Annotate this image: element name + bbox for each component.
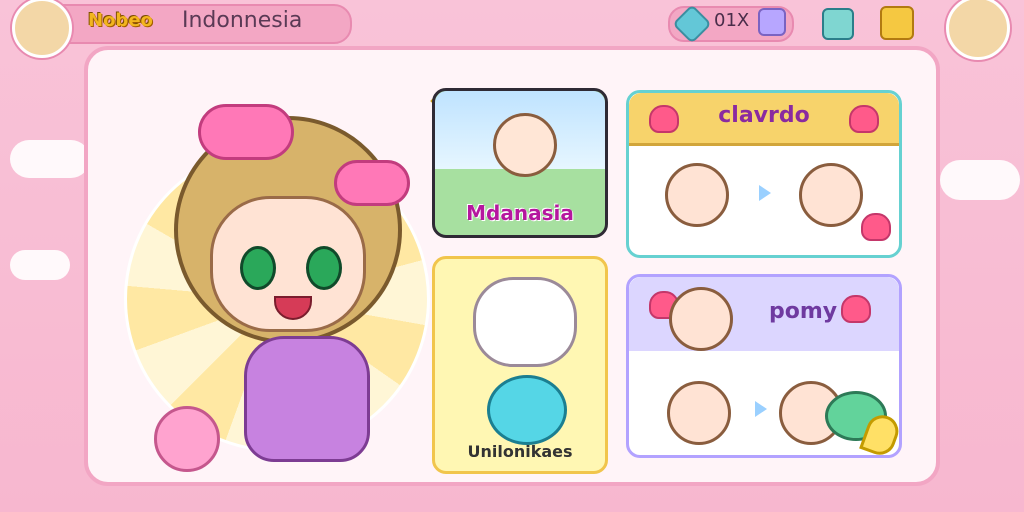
gift-icon[interactable] <box>758 8 786 36</box>
hero-bow-right <box>334 160 410 206</box>
mdanasia-label: Mdanasia <box>466 201 574 225</box>
hero-bow-left <box>198 104 294 160</box>
top-bar: Nobeo Indonnesia 01X <box>0 0 1024 60</box>
pomy-character-top <box>669 287 733 351</box>
arrow-right-icon <box>755 401 767 417</box>
cloud-right <box>940 160 1020 200</box>
heart-icon <box>861 213 891 241</box>
card-mdanasia[interactable]: Mdanasia <box>432 88 608 238</box>
arrow-right-icon <box>759 185 771 201</box>
game-logo: Nobeo <box>88 10 153 31</box>
cat-card-label: Unilonikaes <box>467 442 573 461</box>
hero-area <box>124 86 456 472</box>
cat-icon <box>473 277 577 367</box>
friend-avatar[interactable] <box>946 0 1010 60</box>
main-panel: Mdanasia clavrdo Unilonikaes pomy <box>84 46 940 486</box>
region-name: Indonnesia <box>182 8 303 33</box>
clavrdo-character-left <box>665 163 729 227</box>
heart-icon <box>849 105 879 133</box>
cloud-bottom-left <box>10 250 70 280</box>
card-pomy[interactable]: pomy <box>626 274 903 460</box>
heart-icon <box>649 105 679 133</box>
pink-pet <box>154 406 220 472</box>
hero-eye-right <box>306 246 342 290</box>
card-clavrdo[interactable]: clavrdo <box>626 90 902 258</box>
currency-amount: 01X <box>714 10 750 31</box>
slime-icon <box>487 375 567 445</box>
player-avatar[interactable] <box>12 0 72 58</box>
box-icon[interactable] <box>880 6 914 40</box>
clavrdo-character-right <box>799 163 863 227</box>
cloud-left <box>10 140 90 178</box>
hero-eye-left <box>240 246 276 290</box>
pomy-character-left <box>667 381 731 445</box>
puzzle-icon[interactable] <box>822 8 854 40</box>
pomy-title: pomy <box>769 299 838 324</box>
card-cat[interactable]: Unilonikaes <box>432 256 608 474</box>
heart-icon <box>841 295 871 323</box>
hero-dress <box>244 336 370 462</box>
mdanasia-character <box>493 113 557 177</box>
